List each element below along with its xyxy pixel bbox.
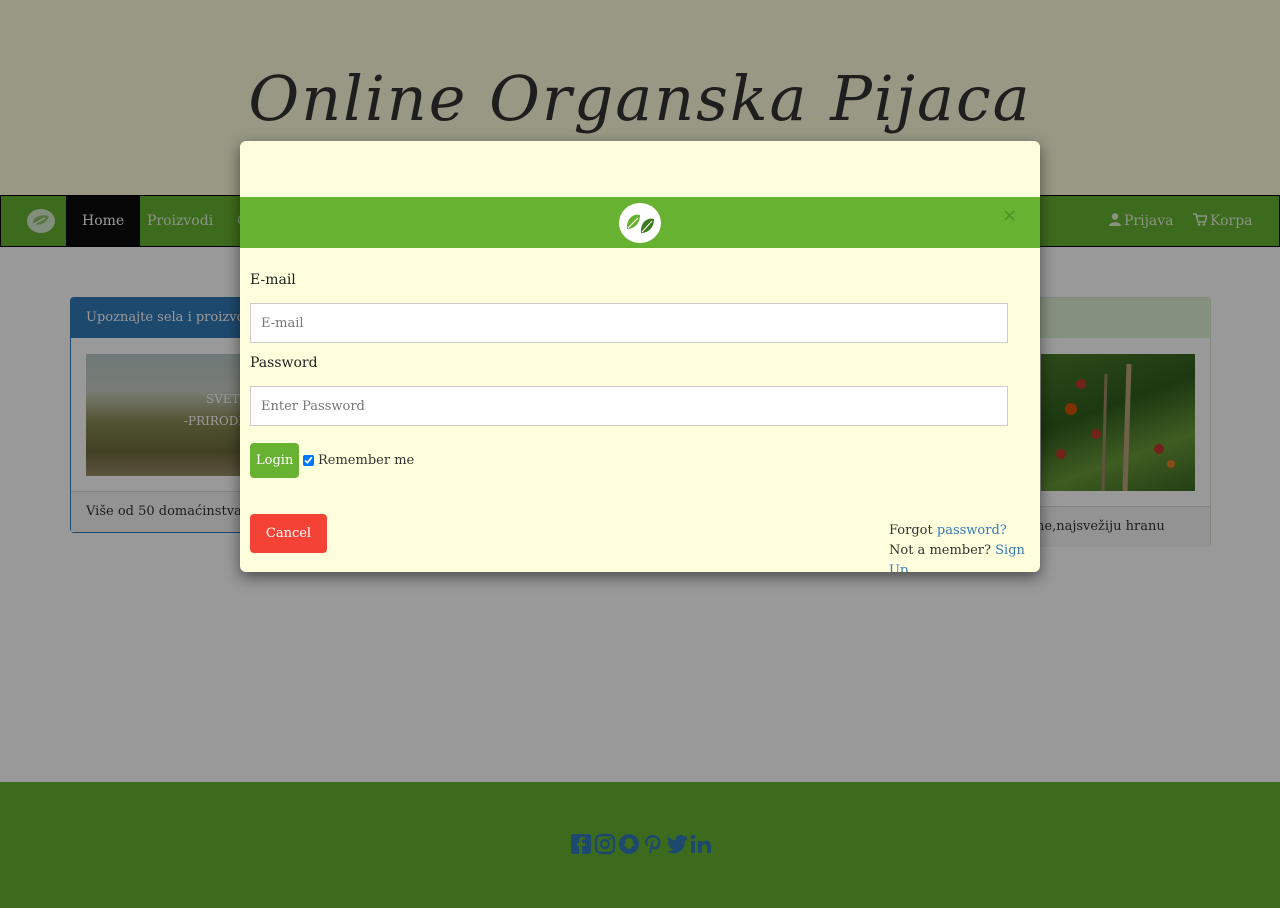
email-field[interactable] (250, 303, 1008, 343)
login-button[interactable]: Login (250, 443, 299, 478)
modal-header-bar: × (240, 197, 1040, 248)
password-label: Password (250, 355, 318, 371)
leaf-logo-icon (619, 203, 661, 243)
close-icon[interactable]: × (1002, 205, 1017, 226)
forgot-password-line: Forgot password? (889, 521, 1040, 541)
cancel-button[interactable]: Cancel (250, 514, 327, 553)
forgot-password-link[interactable]: password? (937, 523, 1007, 538)
login-modal: × E-mail Password Login Remember me Canc… (240, 141, 1040, 572)
signup-line: Not a member? Sign Up (889, 541, 1040, 572)
remember-me: Remember me (303, 453, 414, 468)
forgot-prefix: Forgot (889, 523, 933, 538)
remember-me-checkbox[interactable] (303, 455, 314, 466)
account-links: Forgot password? Not a member? Sign Up (889, 521, 1040, 572)
member-prefix: Not a member? (889, 543, 991, 558)
remember-me-label: Remember me (318, 453, 415, 468)
email-label: E-mail (250, 272, 296, 288)
password-field[interactable] (250, 386, 1008, 426)
